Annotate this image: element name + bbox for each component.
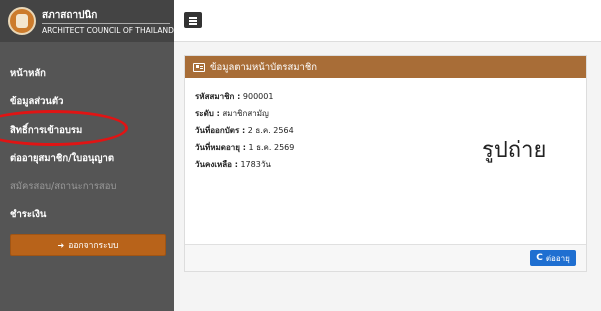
sidebar: สภาสถาปนิก ARCHITECT COUNCIL OF THAILAND… (0, 0, 174, 311)
days-remaining-row: วันคงเหลือ : 1783วัน (195, 158, 271, 171)
issue-date-row: วันที่ออกบัตร : 2 ธ.ค. 2564 (195, 124, 294, 137)
member-id-row: รหัสสมาชิก : 900001 (195, 90, 273, 103)
menu-toggle-button[interactable] (184, 12, 202, 28)
renew-label: ต่ออายุ (545, 253, 570, 263)
info-label: วันที่ออกบัตร : (195, 126, 246, 135)
info-label: ระดับ : (195, 109, 220, 118)
sidebar-item-home[interactable]: หน้าหลัก (10, 66, 46, 81)
info-value: 1 ธ.ค. 2569 (248, 143, 295, 152)
info-label: รหัสสมาชิก : (195, 92, 241, 101)
info-value: สมาชิกสามัญ (222, 109, 269, 118)
photo-placeholder: รูปถ่าย (482, 138, 547, 163)
info-value: 900001 (242, 92, 274, 101)
renew-button[interactable]: C ต่ออายุ (530, 250, 576, 266)
id-card-icon (193, 62, 205, 72)
highlight-annotation (0, 110, 128, 146)
member-card-panel: ข้อมูลตามหน้าบัตรสมาชิก รหัสสมาชิก : 900… (184, 55, 587, 272)
sidebar-item-payment[interactable]: ชำระเงิน (10, 207, 46, 222)
brand-title: สภาสถาปนิก (42, 10, 98, 21)
info-label: วันคงเหลือ : (195, 160, 238, 169)
top-bar (174, 0, 601, 42)
logout-button[interactable]: ➜ ออกจากระบบ (10, 234, 166, 256)
card-header: ข้อมูลตามหน้าบัตรสมาชิก (185, 56, 586, 78)
expiry-date-row: วันที่หมดอายุ : 1 ธ.ค. 2569 (195, 141, 294, 154)
card-footer: C ต่ออายุ (185, 244, 586, 271)
sidebar-item-profile[interactable]: ข้อมูลส่วนตัว (10, 94, 63, 109)
info-label: วันที่หมดอายุ : (195, 143, 246, 152)
brand-subtitle: ARCHITECT COUNCIL OF THAILAND (42, 23, 174, 35)
sidebar-item-renew-license[interactable]: ต่ออายุสมาชิก/ใบอนุญาต (10, 151, 114, 166)
info-value: 1783วัน (240, 160, 271, 169)
logout-label: ออกจากระบบ (68, 241, 119, 251)
member-level-row: ระดับ : สมาชิกสามัญ (195, 107, 269, 120)
council-logo-icon (8, 7, 36, 35)
sign-out-icon: ➜ (57, 240, 65, 250)
refresh-icon: C (536, 253, 543, 263)
card-title: ข้อมูลตามหน้าบัตรสมาชิก (210, 61, 318, 73)
info-value: 2 ธ.ค. 2564 (247, 126, 294, 135)
sidebar-item-exam: สมัครสอบ/สถานะการสอบ (10, 181, 117, 192)
brand-header: สภาสถาปนิก ARCHITECT COUNCIL OF THAILAND (0, 0, 174, 42)
